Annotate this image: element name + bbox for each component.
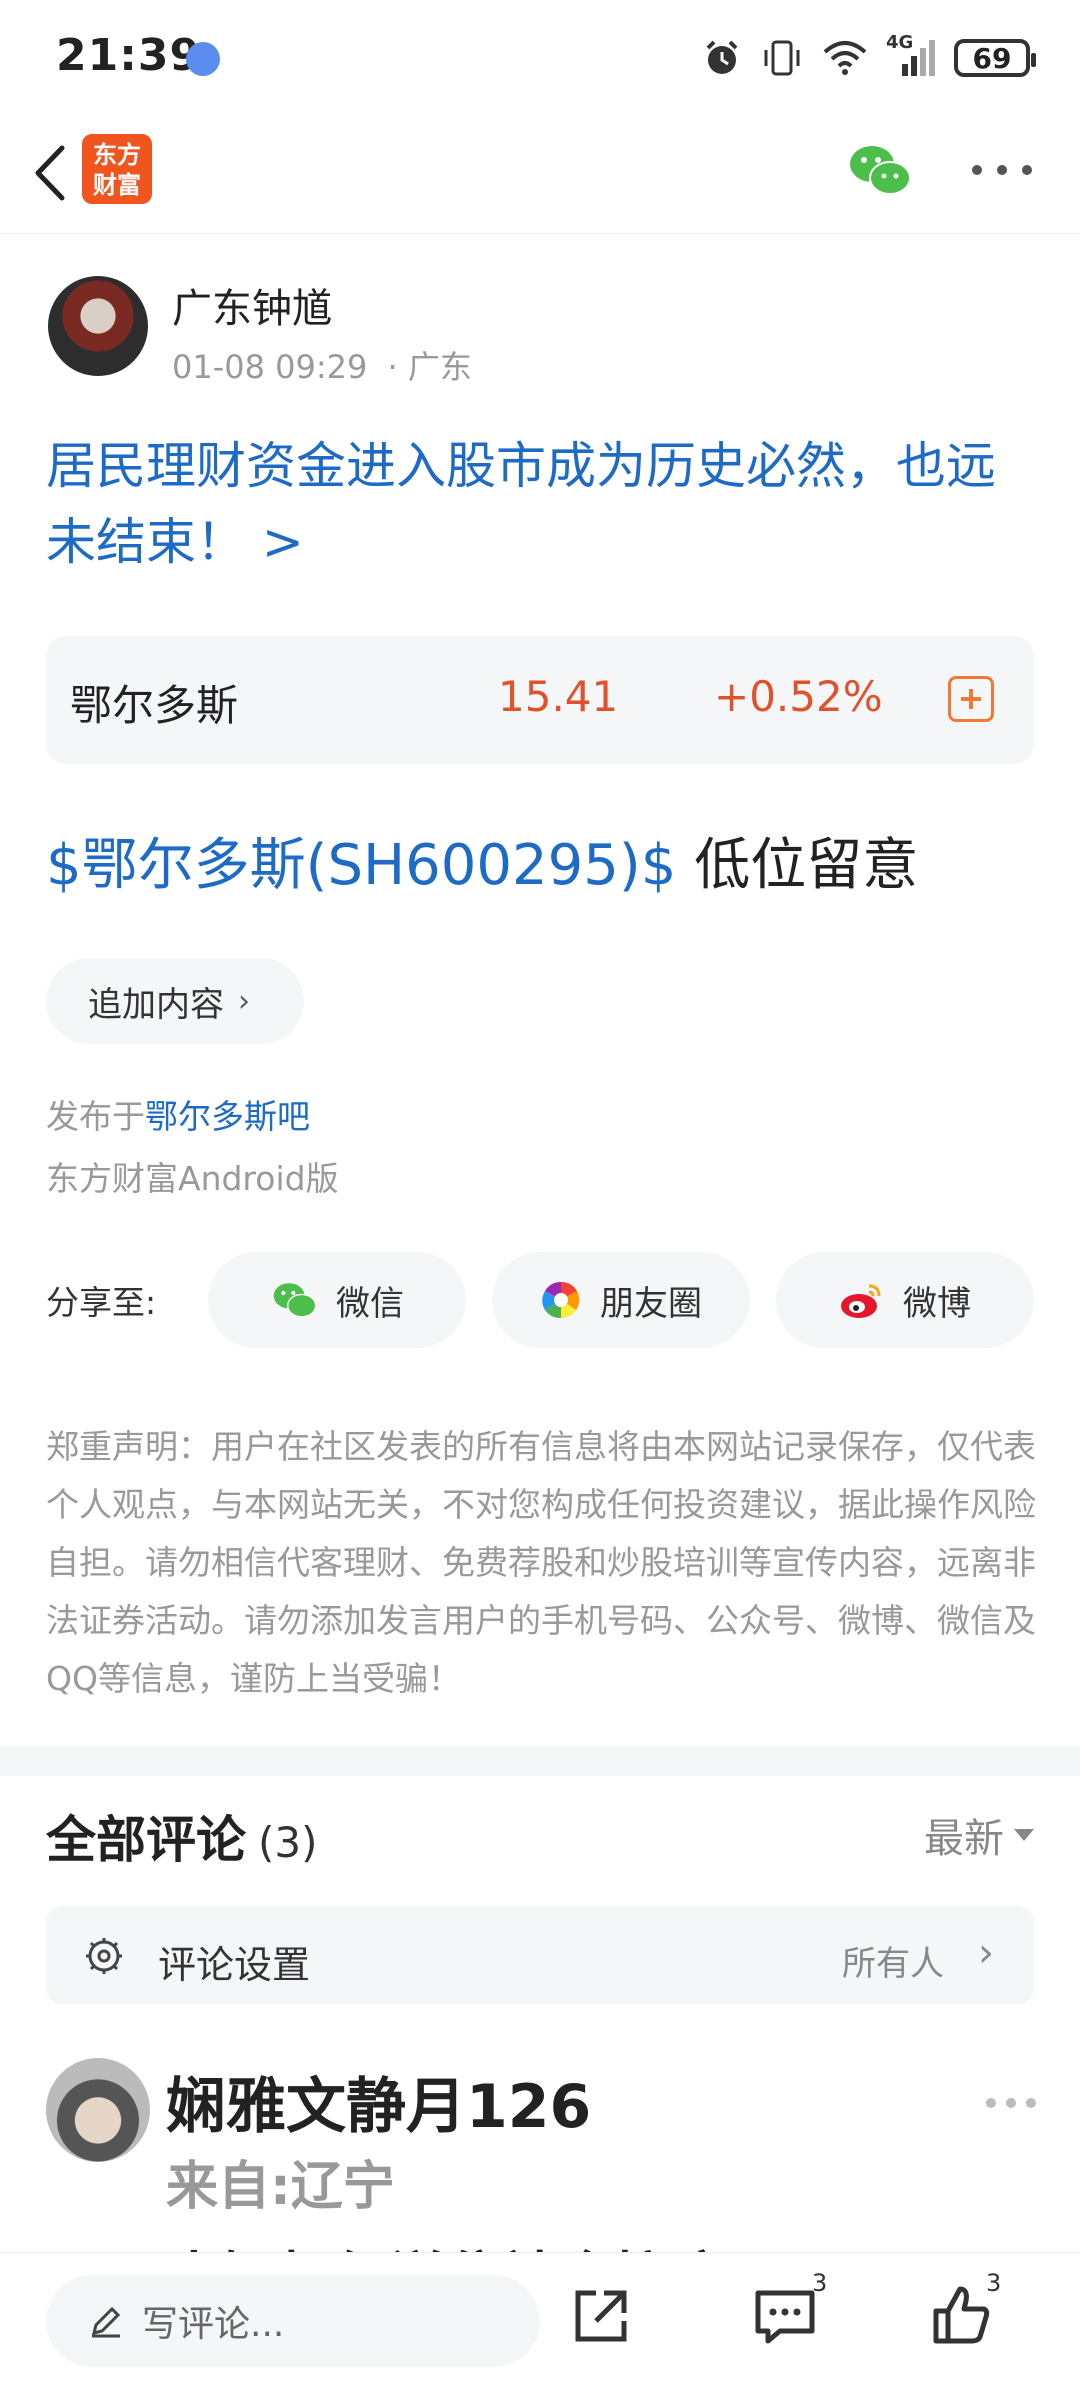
section-divider [0,1746,1080,1776]
status-bar: 21:39 4G 69 [0,0,1080,110]
wechat-icon[interactable] [846,140,912,200]
append-content-button[interactable]: 追加内容 › [46,958,304,1044]
client-info: 东方财富Android版 [46,1159,339,1198]
wechat-icon [273,1283,317,1318]
logo-text-line2: 财富 [93,171,141,199]
back-arrow-icon[interactable] [22,138,82,208]
commenter-avatar[interactable] [46,2058,150,2162]
gear-icon [86,1938,122,1974]
stock-name: 鄂尔多斯 [70,681,239,730]
published-in: 发布于鄂尔多斯吧 [46,1090,310,1138]
logo-text-line1: 东方 [93,141,141,169]
share-wechat-button[interactable]: 微信 [208,1252,466,1348]
author-name[interactable]: 广东钟馗 [172,276,332,334]
wifi-icon [823,41,867,75]
chevron-right-icon: › [238,983,250,1019]
status-icons: 4G 69 [702,32,1036,82]
disclaimer-text: 郑重声明：用户在社区发表的所有信息将由本网站记录保存，仅代表个人观点，与本网站无… [46,1427,1036,1698]
post-author: 广东钟馗 01-08 09:29 · 广东 [48,268,1038,398]
published-prefix: 发布于 [46,1097,145,1136]
post-location: · 广东 [387,348,472,386]
write-comment-placeholder: 写评论... [142,2304,285,2345]
commenter-location: 来自:辽宁 [166,2157,395,2217]
app-logo[interactable]: 东方 财富 [82,134,152,204]
commenter-name[interactable]: 娴雅文静月126 [166,2058,591,2145]
add-square-icon[interactable] [948,676,994,722]
battery-icon: 69 [954,39,1036,77]
alarm-icon [706,40,738,74]
post-title[interactable]: 居民理财资金进入股市成为历史必然，也远未结束！ > [46,428,1036,580]
sort-dropdown[interactable]: 最新 [924,1806,1034,1864]
top-nav-bar: 东方 财富 [0,110,1080,234]
sort-label: 最新 [924,1816,1004,1862]
comments-header: 全部评论 (3) [46,1800,318,1872]
signal-icon: 4G [886,32,936,78]
post-body: $鄂尔多斯(SH600295)$ 低位留意 [46,820,918,901]
share-label: 分享至: [46,1283,157,1322]
like-count-badge: 3 [986,2269,1002,2297]
post-body-text: 低位留意 [676,833,919,898]
stock-change: +0.52% [714,672,883,721]
share-moments-button[interactable]: 朋友圈 [492,1252,750,1348]
share-weibo-button[interactable]: 微博 [776,1252,1034,1348]
weibo-icon [841,1284,881,1318]
stock-card[interactable]: 鄂尔多斯 15.41 +0.52% [46,636,1034,764]
stock-link[interactable]: $鄂尔多斯(SH600295)$ [46,833,676,898]
moments-icon [542,1281,580,1319]
share-icon[interactable] [566,2281,636,2351]
share-weibo-label: 微博 [903,1283,971,1324]
comment-count-badge: 3 [812,2269,828,2297]
comments-title: 全部评论 [46,1811,246,1869]
write-comment-input[interactable]: 写评论... [46,2275,540,2367]
forum-link[interactable]: 鄂尔多斯吧 [145,1097,310,1136]
battery-level: 69 [972,41,1012,75]
more-icon[interactable] [972,160,1032,180]
share-moments-label: 朋友圈 [600,1283,702,1324]
comment-settings-value: 所有人 [842,1944,944,1984]
post-datetime: 01-08 09:29 [172,348,368,386]
author-avatar[interactable] [48,276,148,376]
comment-more-icon[interactable] [986,2098,1036,2110]
post-meta: 01-08 09:29 · 广东 [172,342,472,388]
pencil-icon [91,2306,121,2338]
comment-settings-row[interactable]: 评论设置 所有人 › [46,1906,1034,2004]
comment-icon[interactable] [750,2281,820,2351]
append-content-label: 追加内容 [88,984,224,1025]
comment-item: 娴雅文静月126 来自:辽宁 士短根红送住神食接这 [46,2058,1036,2258]
share-wechat-label: 微信 [336,1283,404,1324]
vibrate-icon [764,40,800,76]
app-notification-icon [186,42,220,76]
comment-settings-label: 评论设置 [158,1943,311,1987]
caret-down-icon [1014,1829,1034,1841]
comments-count: (3) [258,1818,318,1867]
bottom-action-bar: 写评论... 3 3 [0,2252,1080,2388]
chevron-right-icon: › [978,1930,994,1976]
stock-price: 15.41 [498,672,619,721]
status-time: 21:39 [56,30,202,81]
